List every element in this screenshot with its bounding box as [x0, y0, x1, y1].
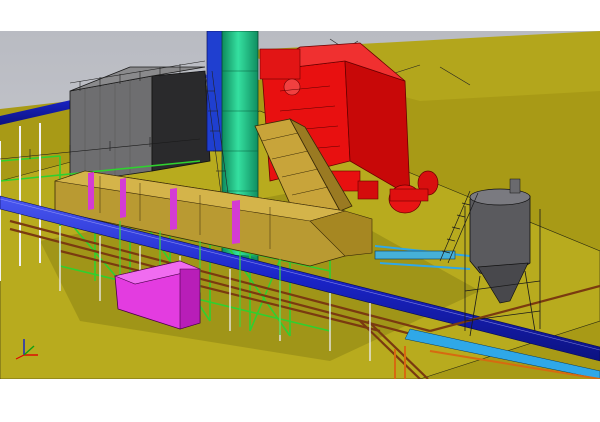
plant-3d-scene — [0, 31, 600, 379]
conveyor — [374, 250, 456, 260]
model-viewport[interactable] — [0, 31, 600, 379]
bag-filter-house — [69, 60, 211, 184]
